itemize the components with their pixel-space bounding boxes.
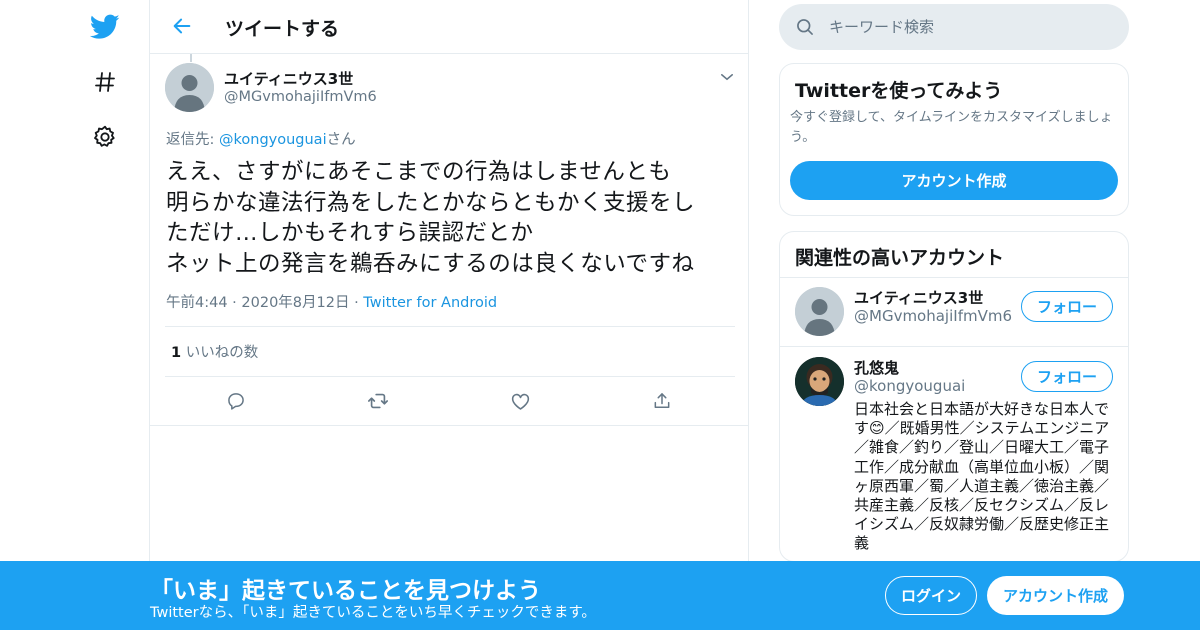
tweet-text-line: ええ、さすがにあそこまでの行為はしませんとも — [166, 159, 672, 185]
likes-count[interactable]: 1 いいねの数 — [171, 341, 258, 362]
twitter-bird-icon[interactable] — [90, 12, 120, 42]
related-accounts-card: 関連性の高いアカウント ユイティニウス3世 @MGvmohajiIfmVm6 フ… — [779, 231, 1129, 562]
page-title: ツイートする — [225, 18, 340, 40]
bottom-signup-bar: 「いま」起きていることを見つけよう Twitterなら、「いま」起きていることを… — [0, 561, 1200, 630]
reply-handle-link[interactable]: @kongyouguai — [219, 132, 327, 148]
divider — [780, 277, 1128, 278]
search-box[interactable] — [779, 4, 1129, 50]
author-name[interactable]: ユイティニウス3世 — [224, 68, 353, 89]
tweet-text: ええ、さすがにあそこまでの行為はしませんとも 明らかな違法行為をしたとかならとも… — [166, 157, 726, 279]
reply-icon[interactable] — [224, 389, 248, 413]
reply-suffix: さん — [326, 132, 356, 148]
retweet-icon[interactable] — [366, 389, 390, 413]
thread-connector-line — [190, 54, 192, 62]
signup-card-title: Twitterを使ってみよう — [795, 80, 1003, 102]
avatar[interactable] — [165, 63, 214, 112]
login-button[interactable]: ログイン — [885, 576, 977, 615]
search-input[interactable] — [829, 4, 1109, 50]
follow-button[interactable]: フォロー — [1021, 291, 1113, 322]
gear-icon[interactable] — [90, 122, 120, 152]
share-icon[interactable] — [650, 389, 674, 413]
tweet-text-line: 明らかな違法行為をしたとかならともかく支援をし — [166, 189, 696, 216]
avatar[interactable] — [795, 287, 844, 336]
tweet-time[interactable]: 午前4:44 — [166, 295, 228, 311]
chevron-down-icon[interactable] — [718, 68, 736, 86]
separator: · — [354, 295, 359, 311]
related-account-handle[interactable]: @kongyouguai — [854, 377, 965, 395]
likes-number: 1 — [171, 345, 182, 361]
follow-button[interactable]: フォロー — [1021, 361, 1113, 392]
back-arrow-icon[interactable] — [170, 14, 194, 38]
related-account-name[interactable]: ユイティニウス3世 — [854, 287, 983, 308]
tweet-text-line: ネット上の発言を鵜呑みにするのは良くないですね — [166, 250, 695, 277]
create-account-button[interactable]: アカウント作成 — [790, 161, 1118, 200]
divider — [780, 346, 1128, 347]
related-account-handle[interactable]: @MGvmohajiIfmVm6 — [854, 307, 1012, 325]
reply-to: 返信先: @kongyouguaiさん — [166, 128, 356, 149]
divider — [150, 425, 749, 426]
divider — [165, 376, 735, 377]
separator: · — [232, 295, 237, 311]
tweet-text-line: ただけ…しかもそれすら誤認だとか — [166, 220, 534, 246]
tweet-source-link[interactable]: Twitter for Android — [363, 295, 497, 311]
hashtag-icon[interactable] — [90, 67, 120, 97]
avatar[interactable] — [795, 357, 844, 406]
bottom-bar-subtitle: Twitterなら、「いま」起きていることをいち早くチェックできます。 — [150, 605, 596, 621]
signup-card: Twitterを使ってみよう 今すぐ登録して、タイムラインをカスタマイズしましょ… — [779, 63, 1129, 216]
related-accounts-title: 関連性の高いアカウント — [795, 247, 1005, 269]
author-handle[interactable]: @MGvmohajiIfmVm6 — [224, 89, 377, 105]
signup-card-description: 今すぐ登録して、タイムラインをカスタマイズしましょう。 — [790, 110, 1113, 145]
main-header: ツイートする — [150, 0, 748, 54]
divider — [165, 326, 735, 327]
reply-prefix: 返信先: — [166, 132, 219, 148]
related-account-name[interactable]: 孔悠鬼 — [854, 357, 899, 378]
likes-label: いいねの数 — [185, 345, 259, 361]
heart-icon[interactable] — [508, 389, 532, 413]
signup-button[interactable]: アカウント作成 — [987, 576, 1124, 615]
search-icon — [795, 17, 815, 37]
tweet-date[interactable]: 2020年8月12日 — [241, 295, 349, 311]
bottom-bar-title: 「いま」起きていることを見つけよう — [150, 578, 541, 604]
related-account-bio: 日本社会と日本語が大好きな日本人です😊／既婚男性／システムエンジニア／雑食／釣り… — [854, 400, 1110, 553]
main-column: ツイートする ユイティニウス3世 @MGvmohajiIfmVm6 返信先: @… — [149, 0, 749, 630]
tweet-meta: 午前4:44 · 2020年8月12日 · Twitter for Androi… — [166, 291, 497, 312]
